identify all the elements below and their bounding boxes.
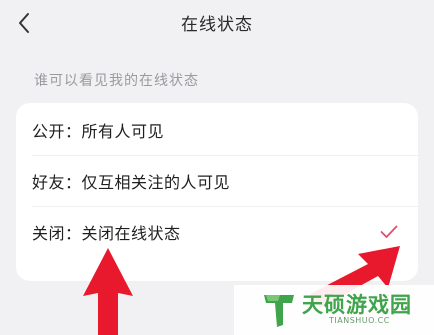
option-friends[interactable]: 好友：仅互相关注的人可见 <box>16 156 418 206</box>
top-bar: 在线状态 <box>0 0 434 48</box>
options-card: 公开：所有人可见 好友：仅互相关注的人可见 关闭：关闭在线状态 <box>16 103 418 281</box>
watermark-name: 天硕游戏园 <box>302 293 412 317</box>
watermark-logo-icon <box>264 295 294 327</box>
option-off-label: 关闭：关闭在线状态 <box>32 224 181 243</box>
checkmark-icon <box>380 225 398 238</box>
option-off[interactable]: 关闭：关闭在线状态 <box>16 207 418 257</box>
section-label: 谁可以看见我的在线状态 <box>34 73 199 89</box>
page-title: 在线状态 <box>181 15 253 35</box>
option-public[interactable]: 公开：所有人可见 <box>16 105 418 155</box>
watermark: 天硕游戏园 TIANSHUO.CC <box>234 285 434 335</box>
option-friends-label: 好友：仅互相关注的人可见 <box>32 173 231 192</box>
watermark-url: TIANSHUO.CC <box>329 316 390 325</box>
option-public-label: 公开：所有人可见 <box>32 122 165 141</box>
